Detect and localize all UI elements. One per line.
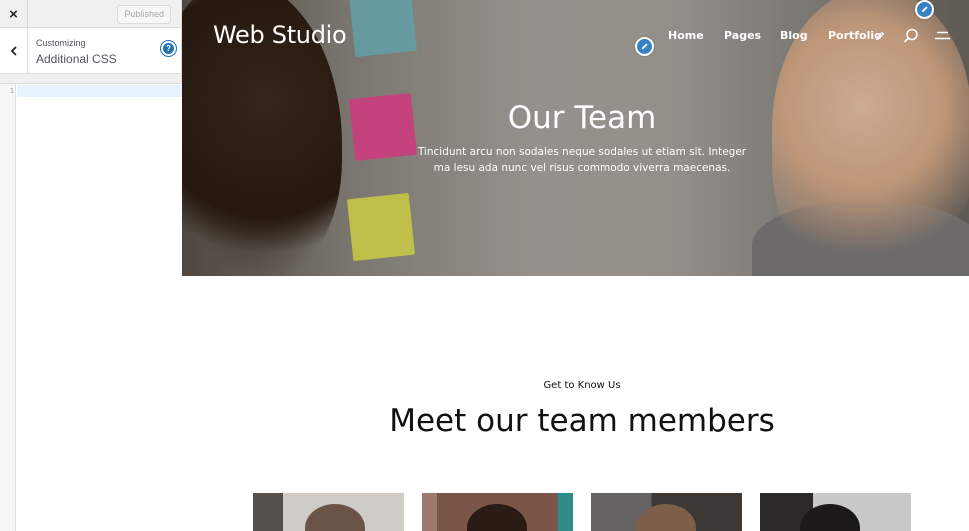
customizing-label: Customizing xyxy=(36,38,86,48)
customizer-sidebar: × Published Customizing Additional CSS ?… xyxy=(0,0,182,531)
nav-blog[interactable]: Blog xyxy=(780,29,808,42)
help-icon: ? xyxy=(163,43,174,54)
site-brand[interactable]: Web Studio xyxy=(213,21,347,49)
section-eyebrow: Get to Know Us xyxy=(543,380,621,391)
team-member-photo[interactable] xyxy=(253,493,404,531)
line-number: 1 xyxy=(9,87,14,95)
member-head xyxy=(467,504,527,531)
section-header: Customizing Additional CSS ? xyxy=(0,28,181,74)
css-code-editor[interactable]: 1 xyxy=(0,83,182,531)
nav-home[interactable]: Home xyxy=(668,29,704,42)
search-icon[interactable] xyxy=(903,28,919,44)
edit-menu-pencil-icon[interactable] xyxy=(635,37,654,56)
hero-title: Our Team xyxy=(507,100,657,136)
nav-pages[interactable]: Pages xyxy=(724,29,761,42)
team-member-photo[interactable] xyxy=(760,493,911,531)
edit-header-pencil-icon[interactable] xyxy=(915,0,934,19)
hero-subtitle: Tincidunt arcu non sodales neque sodales… xyxy=(417,146,747,174)
section-title: Additional CSS xyxy=(36,52,117,66)
menu-icon[interactable] xyxy=(934,29,951,42)
editor-active-line[interactable] xyxy=(17,85,182,97)
close-customizer-button[interactable]: × xyxy=(0,0,28,28)
team-member-photo[interactable] xyxy=(422,493,573,531)
member-head xyxy=(305,504,365,531)
hero-banner: Web Studio Home Pages Blog Portfolio Our… xyxy=(182,0,969,276)
nav-portfolio[interactable]: Portfolio xyxy=(828,29,882,42)
team-member-photo[interactable] xyxy=(591,493,742,531)
member-head xyxy=(800,504,860,531)
pencil-icon xyxy=(875,31,885,41)
site-preview: Web Studio Home Pages Blog Portfolio Our… xyxy=(182,0,969,531)
chevron-left-icon xyxy=(10,45,17,56)
help-button[interactable]: ? xyxy=(160,40,177,57)
team-section-title: Meet our team members xyxy=(389,403,775,439)
publish-button[interactable]: Published xyxy=(117,5,171,24)
back-button[interactable] xyxy=(0,28,28,73)
customizer-header-bar: × Published xyxy=(0,0,181,28)
editor-gutter: 1 xyxy=(0,84,16,531)
member-head xyxy=(636,504,696,531)
